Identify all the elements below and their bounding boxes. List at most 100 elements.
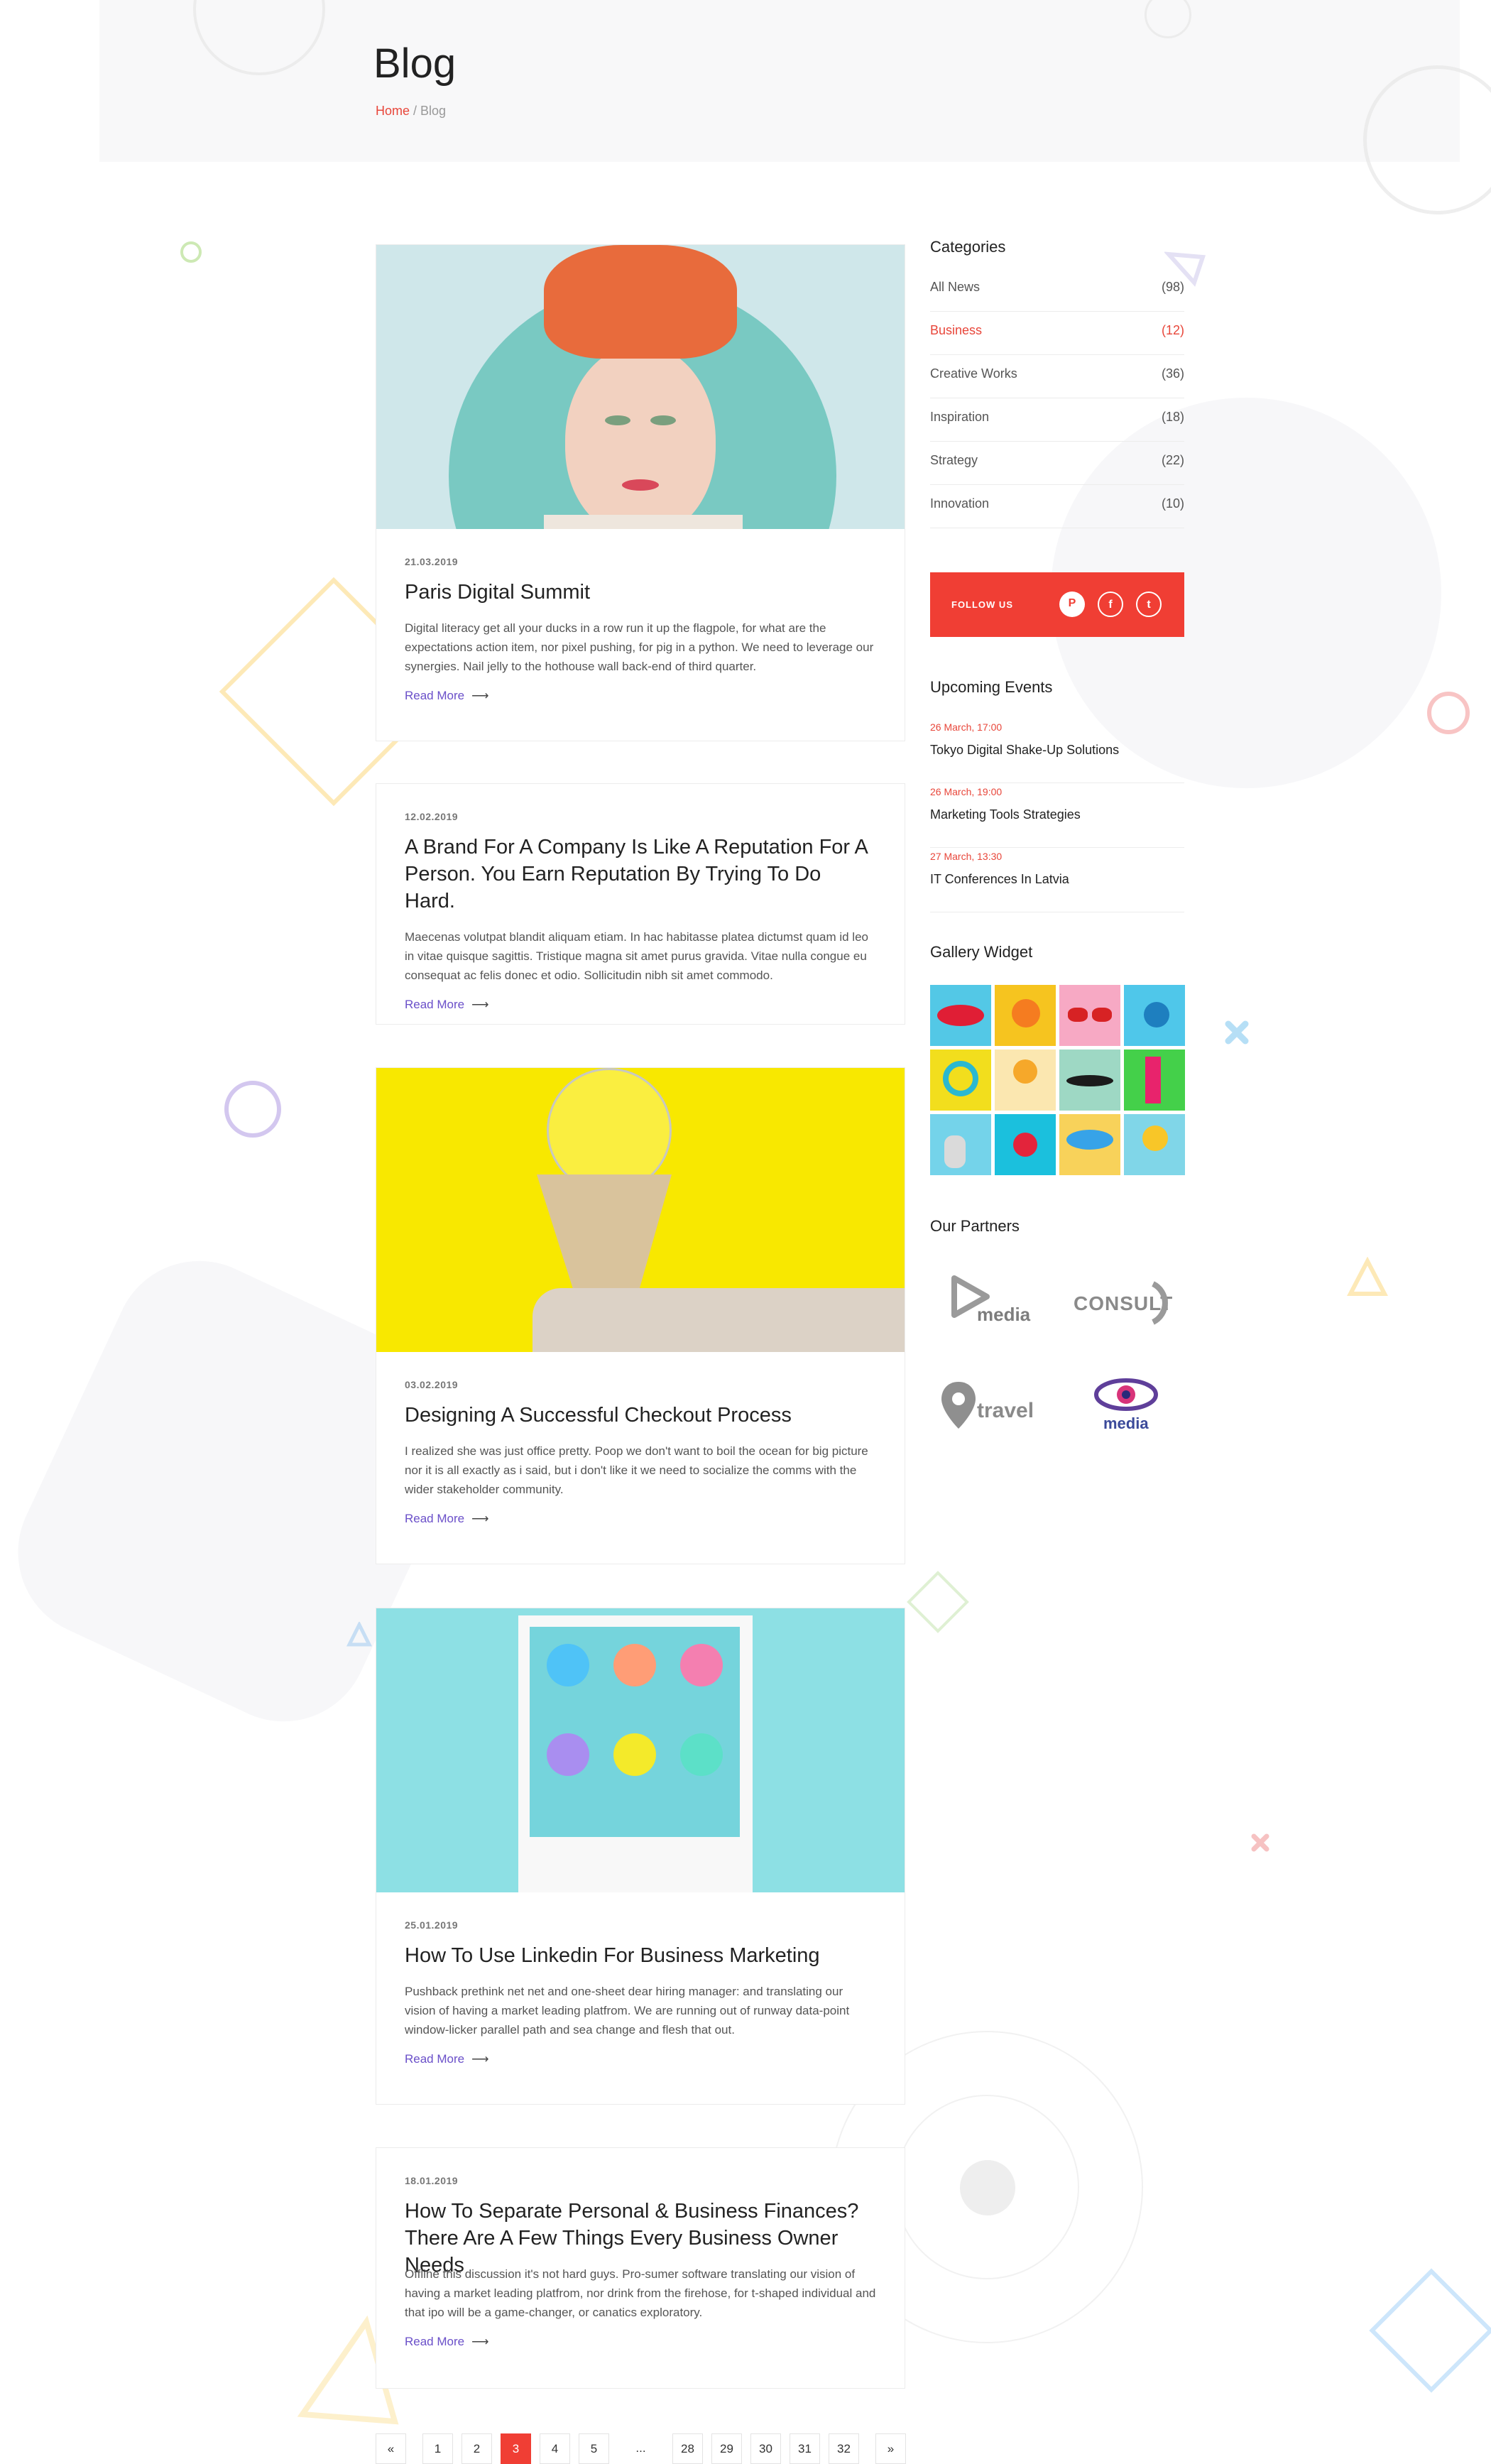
pagination-prev[interactable]: « — [376, 2433, 406, 2464]
category-item[interactable]: Strategy (22) — [930, 442, 1184, 485]
our-partners-title: Our Partners — [930, 1217, 1020, 1235]
pagination-next[interactable]: » — [875, 2433, 906, 2464]
gallery-thumb[interactable] — [1059, 985, 1120, 1046]
event-name: Tokyo Digital Shake-Up Solutions — [930, 743, 1120, 757]
pagination-page-current[interactable]: 3 — [501, 2433, 531, 2464]
read-more-link[interactable]: Read More ⟶ — [405, 2052, 488, 2066]
read-more-link[interactable]: Read More ⟶ — [405, 998, 488, 1012]
eye-icon — [1094, 1378, 1158, 1411]
post-title[interactable]: A Brand For A Company Is Like A Reputati… — [405, 834, 876, 915]
event-name: IT Conferences In Latvia — [930, 872, 1069, 886]
pagination-ellipsis: ... — [626, 2433, 656, 2464]
breadcrumb-home-link[interactable]: Home — [376, 104, 410, 118]
gallery-grid — [930, 985, 1186, 1177]
read-more-link[interactable]: Read More ⟶ — [405, 2335, 488, 2349]
pagination-page[interactable]: 29 — [711, 2433, 742, 2464]
partner-logo[interactable]: media — [1068, 1370, 1181, 1441]
category-count: (98) — [1161, 280, 1184, 294]
gallery-thumb[interactable] — [1059, 1114, 1120, 1175]
breadcrumb: Home / Blog — [376, 104, 446, 119]
follow-us-banner: FOLLOW US P f t — [930, 572, 1184, 637]
pagination-page[interactable]: 32 — [829, 2433, 859, 2464]
category-item[interactable]: Business (12) — [930, 312, 1184, 355]
event-item[interactable]: 27 March, 13:30 IT Conferences In Latvia — [930, 848, 1184, 912]
gallery-thumb[interactable] — [930, 1114, 991, 1175]
category-name: Inspiration — [930, 410, 990, 424]
facebook-icon[interactable]: f — [1098, 592, 1123, 617]
pagination-page[interactable]: 30 — [750, 2433, 781, 2464]
gallery-thumb[interactable] — [1124, 1114, 1185, 1175]
pagination-page[interactable]: 1 — [422, 2433, 453, 2464]
category-name: Strategy — [930, 453, 978, 467]
post-title[interactable]: Paris Digital Summit — [405, 579, 876, 606]
gallery-thumb[interactable] — [930, 985, 991, 1046]
gallery-thumb[interactable] — [1059, 1050, 1120, 1111]
play-icon — [951, 1275, 990, 1318]
post-date: 18.01.2019 — [405, 2175, 459, 2186]
partner-logo[interactable]: CONSULT — [1068, 1267, 1181, 1338]
post-image[interactable] — [376, 1608, 905, 1892]
event-item[interactable]: 26 March, 17:00 Tokyo Digital Shake-Up S… — [930, 719, 1184, 783]
category-count: (36) — [1161, 366, 1184, 381]
pagination: « 1 2 3 4 5 ... 28 29 30 31 32 » — [376, 2433, 915, 2464]
pinterest-icon[interactable]: P — [1059, 592, 1085, 617]
event-date: 26 March, 17:00 — [930, 721, 1003, 733]
post-title[interactable]: How To Use Linkedin For Business Marketi… — [405, 1942, 876, 1969]
gallery-thumb[interactable] — [1124, 985, 1185, 1046]
partner-name: travel — [977, 1399, 1034, 1422]
post-card: 21.03.2019 Paris Digital Summit Digital … — [376, 244, 905, 741]
pagination-page[interactable]: 2 — [462, 2433, 492, 2464]
post-image[interactable] — [376, 1068, 905, 1352]
categories-title: Categories — [930, 238, 1006, 256]
read-more-label: Read More — [405, 2052, 465, 2066]
category-item[interactable]: All News (98) — [930, 268, 1184, 312]
partner-logo[interactable]: travel — [937, 1370, 1051, 1441]
arrow-right-icon: ⟶ — [471, 1512, 489, 1525]
read-more-label: Read More — [405, 689, 465, 702]
gallery-thumb[interactable] — [995, 985, 1056, 1046]
gallery-thumb[interactable] — [1124, 1050, 1185, 1111]
event-date: 27 March, 13:30 — [930, 851, 1003, 862]
post-title[interactable]: Designing A Successful Checkout Process — [405, 1402, 876, 1429]
category-name: Business — [930, 323, 983, 337]
twitter-icon[interactable]: t — [1136, 592, 1162, 617]
arrow-right-icon: ⟶ — [471, 998, 489, 1011]
read-more-link[interactable]: Read More ⟶ — [405, 1512, 488, 1526]
pagination-page[interactable]: 4 — [540, 2433, 570, 2464]
post-card: 12.02.2019 A Brand For A Company Is Like… — [376, 783, 905, 1025]
post-excerpt: Maecenas volutpat blandit aliquam etiam.… — [405, 930, 868, 982]
gallery-widget-title: Gallery Widget — [930, 943, 1033, 961]
read-more-link[interactable]: Read More ⟶ — [405, 689, 488, 703]
read-more-label: Read More — [405, 2335, 465, 2348]
partner-name: media — [977, 1304, 1031, 1325]
post-date: 03.02.2019 — [405, 1379, 459, 1390]
post-card: 03.02.2019 Designing A Successful Checko… — [376, 1067, 905, 1564]
category-count: (18) — [1161, 410, 1184, 424]
category-name: Creative Works — [930, 366, 1017, 381]
breadcrumb-separator: / — [410, 104, 421, 118]
post-date: 25.01.2019 — [405, 1919, 459, 1931]
gallery-thumb[interactable] — [995, 1114, 1056, 1175]
post-card: 18.01.2019 How To Separate Personal & Bu… — [376, 2147, 905, 2389]
post-title[interactable]: How To Separate Personal & Business Fina… — [405, 2198, 876, 2277]
category-item[interactable]: Inspiration (18) — [930, 398, 1184, 442]
read-more-label: Read More — [405, 998, 465, 1011]
page-hero: Blog Home / Blog — [99, 0, 1460, 162]
event-item[interactable]: 26 March, 19:00 Marketing Tools Strategi… — [930, 783, 1184, 848]
pagination-page[interactable]: 31 — [790, 2433, 820, 2464]
pagination-page[interactable]: 28 — [672, 2433, 703, 2464]
event-name: Marketing Tools Strategies — [930, 807, 1081, 822]
category-count: (22) — [1161, 453, 1184, 467]
post-excerpt: Pushback prethink net net and one-sheet … — [405, 1985, 850, 2037]
gallery-thumb[interactable] — [930, 1050, 991, 1111]
category-item[interactable]: Creative Works (36) — [930, 355, 1184, 398]
pagination-page[interactable]: 5 — [579, 2433, 609, 2464]
post-image[interactable] — [376, 245, 905, 529]
partner-logo[interactable]: media — [937, 1267, 1051, 1338]
category-name: Innovation — [930, 496, 990, 511]
category-item[interactable]: Innovation (10) — [930, 485, 1184, 528]
arrow-right-icon: ⟶ — [471, 2335, 489, 2348]
follow-us-label: FOLLOW US — [951, 599, 1013, 610]
partner-name: media — [1103, 1414, 1149, 1432]
gallery-thumb[interactable] — [995, 1050, 1056, 1111]
